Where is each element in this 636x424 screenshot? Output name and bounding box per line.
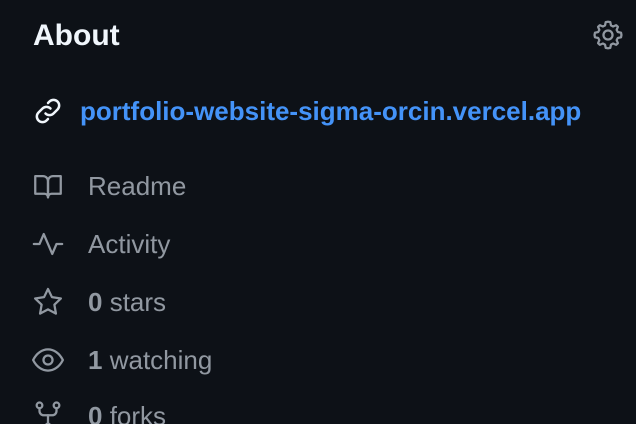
book-icon bbox=[30, 168, 66, 204]
link-icon bbox=[30, 93, 66, 129]
forks-count: 0 bbox=[88, 401, 103, 424]
about-title: About bbox=[33, 19, 120, 52]
pulse-icon bbox=[30, 226, 66, 262]
watching-label: watching bbox=[109, 345, 213, 375]
eye-icon bbox=[30, 342, 66, 378]
stars-count: 0 bbox=[88, 287, 103, 317]
activity-link[interactable]: Activity bbox=[30, 224, 620, 264]
about-header: About bbox=[33, 14, 625, 58]
gear-icon[interactable] bbox=[591, 18, 625, 52]
activity-label: Activity bbox=[88, 229, 171, 259]
website-link-row[interactable]: portfolio-website-sigma-orcin.vercel.app bbox=[30, 91, 620, 131]
star-icon bbox=[30, 284, 66, 320]
stars-label: stars bbox=[109, 287, 167, 317]
watching-count: 1 bbox=[88, 345, 103, 375]
website-link[interactable]: portfolio-website-sigma-orcin.vercel.app bbox=[80, 93, 581, 129]
forks-link[interactable]: 0 forks bbox=[30, 396, 620, 424]
readme-link[interactable]: Readme bbox=[30, 166, 620, 206]
stars-link[interactable]: 0 stars bbox=[30, 282, 620, 322]
fork-icon bbox=[30, 398, 66, 424]
readme-label: Readme bbox=[88, 171, 187, 201]
watching-link[interactable]: 1 watching bbox=[30, 340, 620, 380]
forks-label: forks bbox=[109, 401, 167, 424]
